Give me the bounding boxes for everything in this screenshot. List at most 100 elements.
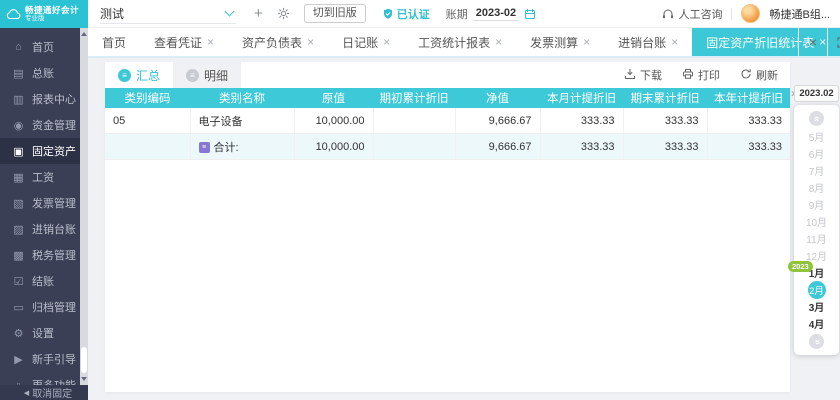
scrollbar-thumb[interactable]: [81, 347, 87, 373]
sidebar-nav: ⌂ 首页 ▤ 总账 ▥ 报表中心 ◉ 资金管理 ▣ 固定资产 ▦ 工资 ▧ 发票…: [0, 28, 88, 385]
months-scroll-up-icon[interactable]: [809, 111, 824, 126]
sidebar-item[interactable]: ▶ 新手引导: [0, 346, 88, 372]
column-header: 类别名称: [190, 88, 294, 108]
column-header: 净值: [455, 88, 540, 108]
table-row[interactable]: 05电子设备10,000.009,666.67333.33333.33333.3…: [105, 108, 790, 134]
support-label: 人工咨询: [678, 6, 722, 22]
month-options: 5月 6月 7月 8月 9月 10月 11月 12月: [794, 128, 839, 332]
month-option[interactable]: 4月: [794, 315, 839, 332]
view-subtabs: ≡ 汇总 ≡ 明细: [105, 62, 241, 88]
sidebar-item-label: 发票管理: [32, 195, 76, 211]
table-cell: 333.33: [540, 134, 623, 160]
collapse-left-icon: [24, 387, 29, 398]
document-tab[interactable]: 资产负债表: [228, 28, 328, 56]
sidebar-item[interactable]: ▦ 工资: [0, 164, 88, 190]
month-option: 5月: [794, 128, 839, 145]
tab-close-icon[interactable]: [307, 36, 314, 48]
month-label: 6月: [809, 146, 825, 161]
add-icon[interactable]: [254, 6, 263, 21]
tab-close-icon[interactable]: [207, 36, 214, 48]
sidebar-item-icon: ▧: [12, 197, 25, 210]
months-scroll-down-icon[interactable]: [809, 334, 824, 349]
certified-badge: 已认证: [382, 6, 430, 22]
tab-close-icon[interactable]: [671, 36, 678, 48]
sidebar-item[interactable]: ▥ 报表中心: [0, 86, 88, 112]
sidebar-item[interactable]: ▨ 进销台账: [0, 216, 88, 242]
document-tab[interactable]: 工资统计报表: [404, 28, 516, 56]
accounting-period: 账期 2023-02: [446, 6, 536, 22]
sidebar-item[interactable]: ◉ 资金管理: [0, 112, 88, 138]
sidebar-item-label: 进销台账: [32, 221, 76, 237]
sidebar-item-label: 设置: [32, 325, 54, 341]
document-tab[interactable]: 查看凭证: [140, 28, 228, 56]
scroll-down-icon[interactable]: [81, 377, 87, 381]
sidebar-item[interactable]: ▣ 固定资产: [0, 138, 88, 164]
tab-label: 发票测算: [530, 34, 578, 51]
toolbar-button[interactable]: 刷新: [740, 67, 778, 83]
toolbar-label: 打印: [698, 67, 720, 83]
human-support-link[interactable]: 人工咨询: [662, 6, 722, 22]
month-option[interactable]: 2月: [794, 281, 839, 298]
tab-close-icon[interactable]: [495, 36, 502, 48]
document-tab[interactable]: 首页: [88, 28, 140, 56]
view-subtab[interactable]: ≡ 明细: [173, 62, 241, 88]
sidebar-item-label: 更多功能: [32, 377, 76, 385]
chevron-down-icon: [225, 7, 235, 17]
brand-edition: 专业版: [25, 16, 79, 23]
tab-label: 日记账: [342, 34, 378, 51]
document-tab[interactable]: 日记账: [328, 28, 404, 56]
sidebar-item[interactable]: ▤ 总账: [0, 60, 88, 86]
brand-name: 畅捷通好会计: [25, 6, 79, 15]
table-cell: [105, 134, 190, 160]
sidebar-item-icon: ⌂: [12, 41, 25, 53]
document-tab-bar: 首页 查看凭证 资产负债表 日记账 工资统计报表 发票测算 进销台账: [88, 28, 840, 58]
top-bar: 测试 切到旧版 已认证 账期 2023-02 人工咨询 畅捷通B组...: [88, 0, 840, 28]
document-tab[interactable]: 发票测算: [516, 28, 604, 56]
month-option: 10月: [794, 213, 839, 230]
switch-old-version-button[interactable]: 切到旧版: [304, 4, 366, 23]
tab-bar-controls: [798, 28, 840, 56]
toolbar-button[interactable]: 下载: [624, 67, 662, 83]
calendar-icon[interactable]: [524, 8, 536, 20]
expand-icon[interactable]: [827, 28, 840, 56]
document-tab[interactable]: 进销台账: [604, 28, 692, 56]
table-total-row: 合计:10,000.009,666.67333.33333.33333.33: [105, 134, 790, 160]
sidebar-item[interactable]: ▩ 税务管理: [0, 242, 88, 268]
month-label: 8月: [809, 180, 825, 195]
close-all-tabs-icon[interactable]: [798, 28, 827, 56]
month-label: 3月: [809, 299, 825, 314]
scroll-up-icon[interactable]: [81, 32, 87, 36]
avatar[interactable]: [741, 4, 760, 23]
tab-close-icon[interactable]: [583, 36, 590, 48]
table-cell: [373, 134, 455, 160]
month-picker-current[interactable]: 2023.02: [794, 85, 839, 102]
table-cell: 10,000.00: [294, 108, 373, 134]
headset-icon: [662, 8, 674, 20]
month-option: 8月: [794, 179, 839, 196]
sidebar-item[interactable]: ▭ 归档管理: [0, 294, 88, 320]
tab-close-icon[interactable]: [383, 36, 390, 48]
sidebar-scrollbar[interactable]: [80, 28, 88, 385]
sidebar-item[interactable]: ⚙ 设置: [0, 320, 88, 346]
sidebar-item[interactable]: ⌂ 首页: [0, 34, 88, 60]
toolbar-button[interactable]: 打印: [682, 67, 720, 83]
sidebar-item[interactable]: ▧ 发票管理: [0, 190, 88, 216]
month-option[interactable]: 3月: [794, 298, 839, 315]
sidebar-item[interactable]: ☑ 结账: [0, 268, 88, 294]
month-label: 10月: [806, 214, 827, 229]
sidebar-item[interactable]: ▫ 更多功能: [0, 372, 88, 385]
table-cell: 合计:: [190, 134, 294, 160]
sidebar-item-label: 报表中心: [32, 91, 76, 107]
table-header-row: 类别编码类别名称原值期初累计折旧净值本月计提折旧期末累计折旧本年计提折旧: [105, 88, 790, 108]
account-set-select[interactable]: 测试: [100, 3, 236, 24]
username[interactable]: 畅捷通B组...: [769, 6, 830, 22]
period-value[interactable]: 2023-02: [473, 7, 519, 21]
view-subtab[interactable]: ≡ 汇总: [105, 62, 173, 88]
column-header: 期末累计折旧: [623, 88, 707, 108]
gear-icon[interactable]: [277, 7, 290, 20]
unpin-sidebar-button[interactable]: 取消固定: [0, 385, 96, 400]
divider: [731, 8, 732, 20]
year-badge: 2023: [788, 261, 813, 272]
period-label: 账期: [446, 6, 468, 22]
tab-label: 进销台账: [618, 34, 666, 51]
